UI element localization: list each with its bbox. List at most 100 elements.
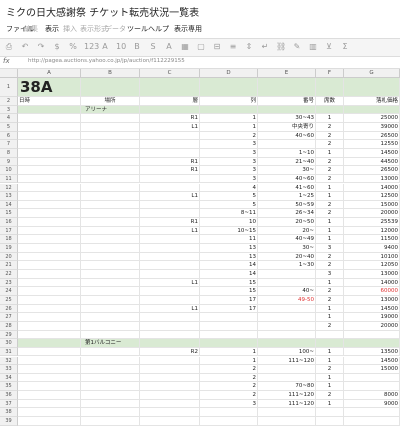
cell-D16[interactable]: 10 [200,218,258,227]
redo-icon[interactable]: ↷ [36,42,46,52]
cell-G30[interactable] [344,339,400,348]
column-header-F[interactable]: F [316,69,344,78]
row-header[interactable]: 13 [0,192,18,201]
comment-icon[interactable]: ✎ [292,42,302,52]
cell-D7[interactable]: 3 [200,140,258,149]
cell-D39[interactable] [200,417,258,426]
borders-icon[interactable]: ▢ [196,42,206,52]
cell-F6[interactable]: 2 [316,131,344,141]
cell-A21[interactable] [18,261,81,270]
cell-G6[interactable]: 26500 [344,131,400,141]
cell-E6[interactable]: 40~60 [258,131,316,141]
cell-E10[interactable]: 30~ [258,166,316,175]
cell-B35[interactable] [81,382,140,392]
cell-G38[interactable] [344,408,400,418]
cell-G35[interactable] [344,382,400,392]
cell-F17[interactable]: 1 [316,226,344,236]
cell-F28[interactable]: 2 [316,321,344,331]
cell-C18[interactable] [140,235,200,245]
row-header[interactable]: 28 [0,321,18,331]
cell-F2[interactable]: 席数 [316,97,344,106]
cell-F4[interactable]: 1 [316,114,344,123]
cell-E2[interactable]: 番号 [258,97,316,106]
cell-C23[interactable]: L1 [140,278,200,288]
cell-A10[interactable] [18,166,81,175]
cell-B1[interactable] [81,78,140,97]
row-header[interactable]: 20 [0,252,18,262]
cell-C29[interactable] [140,330,200,340]
strikethrough-icon[interactable]: S [148,42,158,52]
currency-icon[interactable]: $ [52,42,62,52]
cell-B7[interactable] [81,140,140,149]
cell-D6[interactable]: 2 [200,131,258,141]
cell-G34[interactable] [344,373,400,383]
menu-item-6[interactable]: ツール [127,24,148,34]
cell-B36[interactable] [81,391,140,400]
cell-E25[interactable]: 49-50 [258,295,316,305]
cell-B20[interactable] [81,252,140,262]
font-icon[interactable]: A [100,42,110,52]
cell-C20[interactable] [140,252,200,262]
cell-A18[interactable] [18,235,81,245]
cell-B15[interactable] [81,209,140,219]
cell-D4[interactable]: 1 [200,114,258,123]
cell-C37[interactable] [140,399,200,409]
cell-B16[interactable] [81,218,140,227]
cell-A28[interactable] [18,321,81,331]
cell-F38[interactable] [316,408,344,418]
cell-G36[interactable]: 8000 [344,391,400,400]
text-color-icon[interactable]: A [164,42,174,52]
cell-G37[interactable]: 9000 [344,399,400,409]
cell-C32[interactable] [140,356,200,366]
row-header[interactable]: 21 [0,261,18,270]
cell-C10[interactable]: R1 [140,166,200,175]
cell-G12[interactable]: 14000 [344,183,400,193]
column-header-A[interactable]: A [18,69,81,78]
row-header[interactable]: 29 [0,330,18,340]
wrap-icon[interactable]: ↵ [260,42,270,52]
cell-C26[interactable]: L1 [140,304,200,314]
cell-G17[interactable]: 12000 [344,226,400,236]
undo-icon[interactable]: ↶ [20,42,30,52]
cell-E38[interactable] [258,408,316,418]
cell-G39[interactable] [344,417,400,426]
cell-C1[interactable] [140,78,200,97]
cell-A38[interactable] [18,408,81,418]
cell-D13[interactable]: 5 [200,192,258,201]
row-header[interactable]: 12 [0,183,18,193]
cell-B22[interactable] [81,270,140,279]
row-header[interactable]: 11 [0,174,18,184]
cell-F30[interactable] [316,339,344,348]
cell-F12[interactable]: 1 [316,183,344,193]
cell-F8[interactable]: 1 [316,148,344,158]
cell-B9[interactable] [81,157,140,167]
cell-C30[interactable] [140,339,200,348]
cell-F31[interactable]: 1 [316,347,344,357]
cell-E21[interactable]: 1~30 [258,261,316,270]
cell-A2[interactable]: 日時 [18,97,81,106]
cell-F23[interactable]: 1 [316,278,344,288]
cell-D10[interactable]: 3 [200,166,258,175]
cell-D1[interactable] [200,78,258,97]
row-header[interactable]: 9 [0,157,18,167]
row-header[interactable]: 31 [0,347,18,357]
menu-item-5[interactable]: データ [105,24,126,34]
menu-item-4[interactable]: 表示形式 [80,24,108,34]
cell-D9[interactable]: 3 [200,157,258,167]
cell-G9[interactable]: 44500 [344,157,400,167]
menu-item-2[interactable]: 表示 [45,24,59,34]
cell-E33[interactable] [258,365,316,374]
bold-icon[interactable]: B [132,42,142,52]
cell-B26[interactable] [81,304,140,314]
cell-G23[interactable]: 14000 [344,278,400,288]
cell-G2[interactable]: 落札価格 [344,97,400,106]
cell-A17[interactable] [18,226,81,236]
valign-icon[interactable]: ⇕ [244,42,254,52]
cell-D26[interactable]: 17 [200,304,258,314]
cell-B11[interactable] [81,174,140,184]
cell-D32[interactable]: 1 [200,356,258,366]
cell-F21[interactable]: 2 [316,261,344,270]
cell-B23[interactable] [81,278,140,288]
cell-C17[interactable]: L1 [140,226,200,236]
cell-E5[interactable]: 中央寄り [258,122,316,132]
